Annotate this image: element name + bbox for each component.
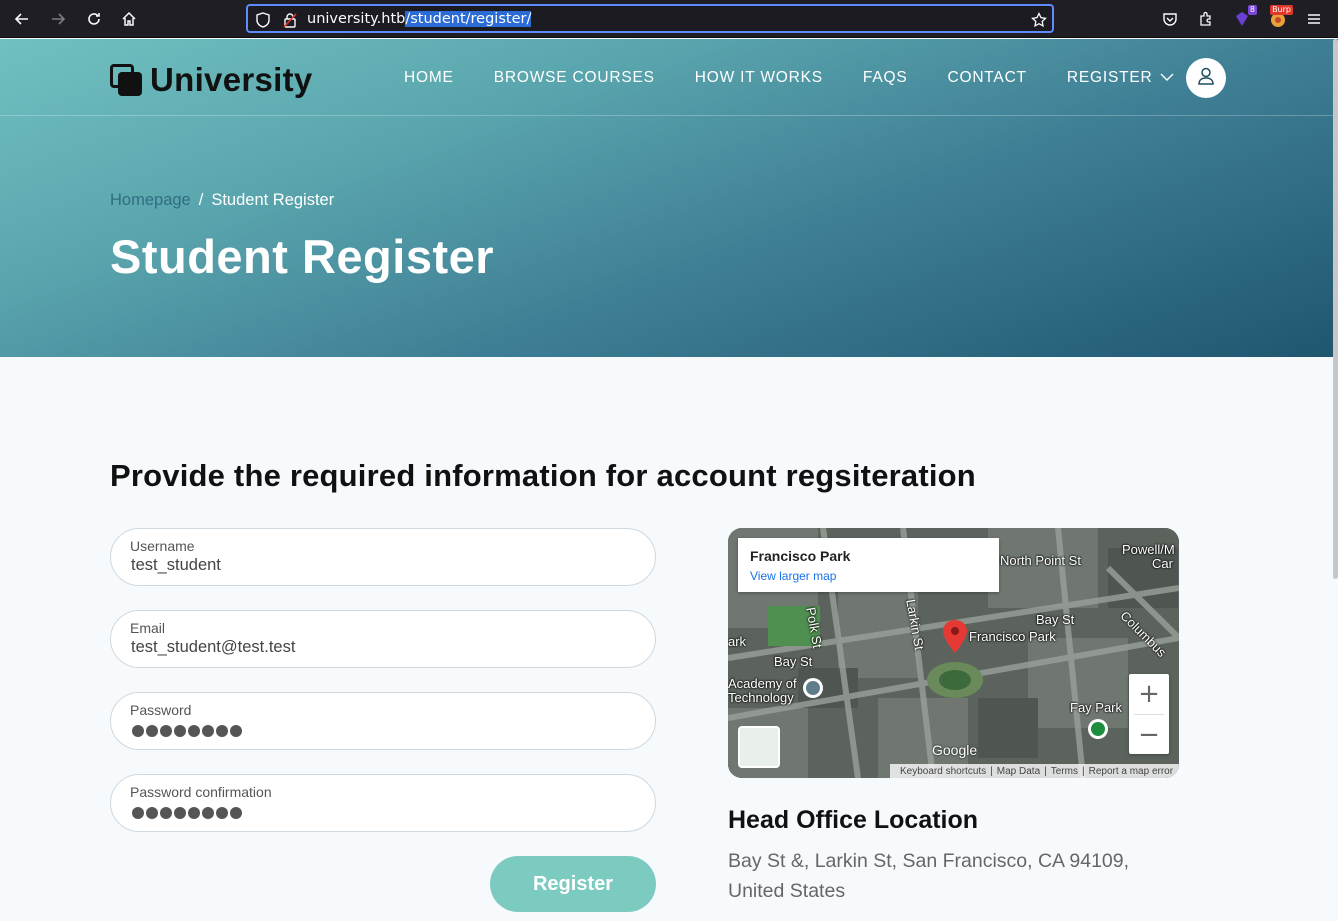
site-logo[interactable]: University — [110, 61, 313, 99]
map-label-bay-st-left: Bay St — [774, 654, 813, 669]
register-button[interactable]: Register — [490, 856, 656, 912]
map-label-technology: Technology — [728, 690, 794, 705]
map-label-bay-st-right: Bay St — [1036, 612, 1075, 627]
map-label-francisco-park: Francisco Park — [969, 629, 1056, 644]
pocket-icon[interactable] — [1159, 8, 1181, 30]
logo-text: University — [150, 61, 313, 98]
back-icon[interactable] — [10, 7, 34, 31]
nav-home[interactable]: HOME — [404, 69, 454, 87]
url-host: university.htb — [307, 11, 406, 27]
map-label-academy: Academy of — [728, 676, 797, 691]
nav-browse-courses[interactable]: BROWSE COURSES — [494, 69, 655, 87]
password-confirmation-input[interactable] — [132, 807, 244, 819]
email-field[interactable]: Email — [110, 610, 656, 668]
map-label-fay-park: Fay Park — [1070, 700, 1123, 715]
username-label: Username — [130, 538, 195, 554]
map-label-powell: Powell/M — [1122, 542, 1175, 557]
head-office-address: Bay St &, Larkin St, San Francisco, CA 9… — [728, 850, 1130, 902]
breadcrumb: Homepage / Student Register — [110, 191, 334, 210]
map-label-car: Car — [1152, 556, 1173, 571]
url-text[interactable]: university.htb/student/register/ — [307, 11, 532, 27]
password-confirmation-label: Password confirmation — [130, 784, 272, 800]
nav-faqs[interactable]: FAQS — [863, 69, 908, 87]
nav-contact[interactable]: CONTACT — [947, 69, 1026, 87]
page-title: Student Register — [110, 230, 495, 283]
user-icon — [1196, 66, 1216, 90]
map-footer: Keyboard shortcuts | Map Data | Terms | Rep… — [890, 764, 1179, 778]
user-account-button[interactable] — [1186, 58, 1226, 98]
embedded-map[interactable]: North Point St Powell/M Car Bay St Bay S… — [728, 528, 1179, 778]
google-logo: Google — [932, 742, 978, 758]
hero-banner: University HOME BROWSE COURSES HOW IT WO… — [0, 39, 1338, 357]
breadcrumb-current: Student Register — [211, 191, 335, 209]
map-type-toggle[interactable] — [738, 726, 780, 768]
email-label: Email — [130, 620, 166, 636]
terms-link[interactable]: Terms — [1051, 766, 1078, 777]
map-place-card: Francisco Park View larger map — [738, 538, 999, 592]
shield-icon[interactable] — [252, 9, 274, 31]
password-confirmation-field[interactable]: Password confirmation — [110, 774, 656, 832]
email-input[interactable] — [131, 638, 631, 657]
extension-badge: 8 — [1247, 5, 1257, 15]
home-icon[interactable] — [117, 7, 141, 31]
map-data-link[interactable]: Map Data — [997, 766, 1040, 777]
breadcrumb-separator: / — [198, 191, 204, 209]
keyboard-shortcuts-link[interactable]: Keyboard shortcuts — [900, 766, 986, 777]
nav-register[interactable]: REGISTER — [1067, 69, 1175, 87]
page-scrollbar[interactable] — [1333, 39, 1338, 579]
username-field[interactable]: Username — [110, 528, 656, 586]
head-office-title: Head Office Location — [728, 806, 979, 834]
nav-register-label: REGISTER — [1066, 69, 1153, 86]
password-input[interactable] — [132, 725, 244, 737]
burp-extension-icon[interactable]: Burp — [1267, 5, 1293, 30]
password-label: Password — [130, 702, 192, 718]
password-field[interactable]: Password — [110, 692, 656, 750]
url-bar[interactable]: university.htb/student/register/ — [246, 4, 1054, 33]
view-larger-map-link[interactable]: View larger map — [750, 569, 836, 583]
map-label-north-point: North Point St — [1000, 553, 1081, 568]
extension-purple-icon[interactable]: 8 — [1231, 5, 1257, 30]
url-path: /student/register/ — [405, 11, 532, 27]
zoom-out-button[interactable]: − — [1129, 715, 1169, 755]
breadcrumb-home-link[interactable]: Homepage — [110, 191, 191, 210]
map-zoom-controls: + − — [1129, 674, 1169, 754]
report-error-link[interactable]: Report a map error — [1089, 766, 1173, 777]
main-menu: HOME BROWSE COURSES HOW IT WORKS FAQS CO… — [404, 69, 1214, 87]
logo-squares-icon — [110, 64, 142, 96]
chevron-down-icon — [1160, 69, 1174, 87]
map-place-name: Francisco Park — [750, 548, 851, 564]
reload-icon[interactable] — [82, 7, 106, 31]
browser-toolbar: university.htb/student/register/ 8 Burp — [0, 0, 1338, 38]
map-label-ark: ark — [728, 634, 747, 649]
nav-how-it-works[interactable]: HOW IT WORKS — [695, 69, 823, 87]
forward-icon[interactable] — [46, 7, 70, 31]
burp-badge: Burp — [1270, 5, 1293, 15]
extensions-icon[interactable] — [1195, 8, 1217, 30]
username-input[interactable] — [131, 556, 631, 575]
menu-icon[interactable] — [1303, 8, 1325, 30]
form-heading: Provide the required information for acc… — [110, 458, 976, 493]
site-navbar: University HOME BROWSE COURSES HOW IT WO… — [0, 39, 1338, 116]
insecure-lock-icon[interactable] — [279, 9, 301, 31]
bookmark-star-icon[interactable] — [1028, 9, 1050, 31]
zoom-in-button[interactable]: + — [1129, 674, 1169, 714]
